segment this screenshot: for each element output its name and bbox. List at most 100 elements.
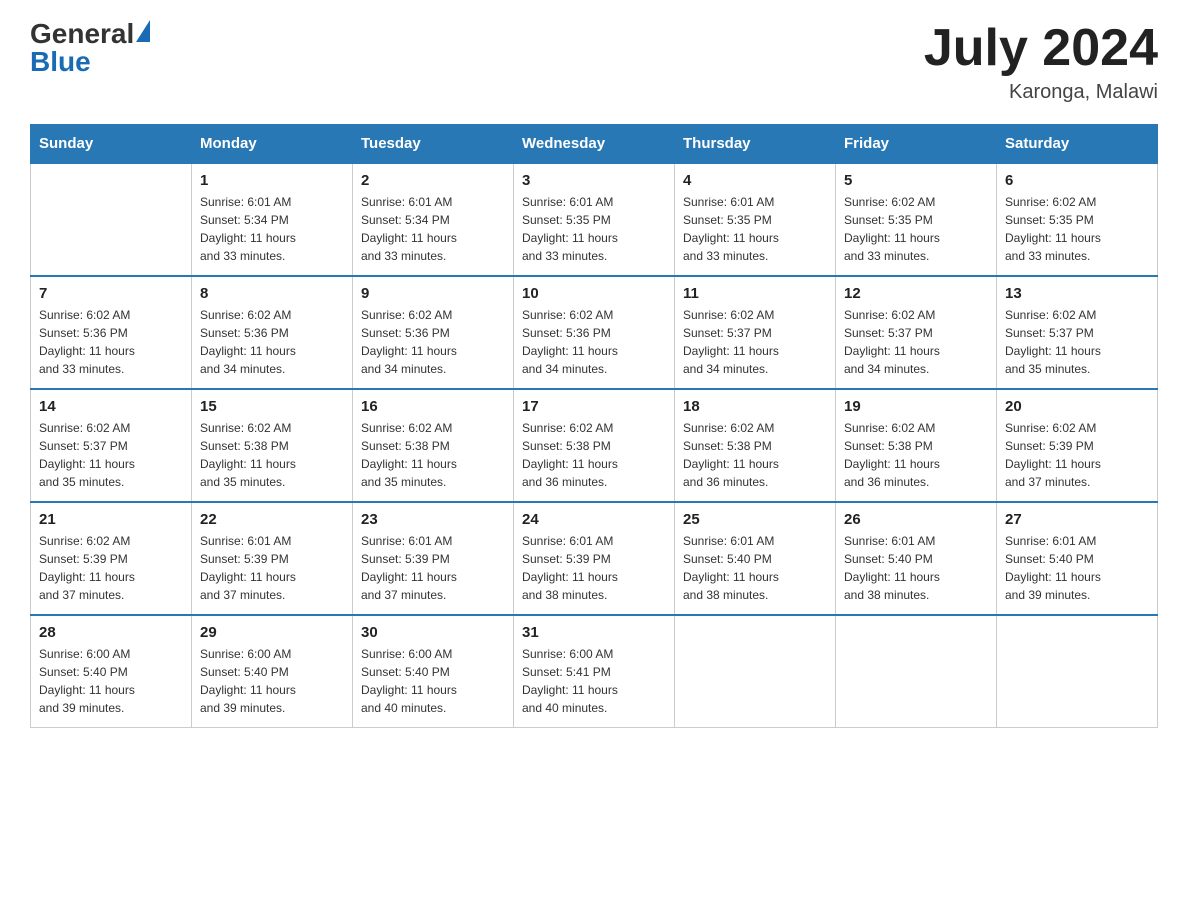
calendar-location: Karonga, Malawi — [924, 81, 1158, 104]
day-of-week-header: Monday — [192, 125, 353, 164]
calendar-week-row: 14 Sunrise: 6:02 AM Sunset: 5:37 PM Dayli… — [31, 389, 1158, 502]
page-header: General Blue July 2024 Karonga, Malawi — [30, 20, 1158, 104]
day-number: 18 — [683, 398, 827, 415]
day-number: 21 — [39, 511, 183, 528]
calendar-day-cell: 17Sunrise: 6:02 AM Sunset: 5:38 PM Dayli… — [514, 389, 675, 502]
day-number: 31 — [522, 624, 666, 641]
day-info: Sunrise: 6:02 AM Sunset: 5:35 PM Dayligh… — [844, 193, 988, 265]
day-number: 24 — [522, 511, 666, 528]
calendar-day-cell: 22 Sunrise: 6:01 AM Sunset: 5:39 PM Dayli… — [192, 502, 353, 615]
calendar-day-cell: 23 Sunrise: 6:01 AM Sunset: 5:39 PM Dayli… — [353, 502, 514, 615]
calendar-day-cell: 30 Sunrise: 6:00 AM Sunset: 5:40 PM Dayli… — [353, 615, 514, 728]
calendar-day-cell: 25Sunrise: 6:01 AM Sunset: 5:40 PM Dayli… — [675, 502, 836, 615]
calendar-day-cell: 10Sunrise: 6:02 AM Sunset: 5:36 PM Dayli… — [514, 276, 675, 389]
day-number: 27 — [1005, 511, 1149, 528]
calendar-day-cell: 14 Sunrise: 6:02 AM Sunset: 5:37 PM Dayli… — [31, 389, 192, 502]
calendar-day-cell: 9Sunrise: 6:02 AM Sunset: 5:36 PM Daylig… — [353, 276, 514, 389]
day-of-week-header: Wednesday — [514, 125, 675, 164]
title-block: July 2024 Karonga, Malawi — [924, 20, 1158, 104]
day-number: 22 — [200, 511, 344, 528]
day-number: 5 — [844, 172, 988, 189]
day-number: 20 — [1005, 398, 1149, 415]
day-number: 23 — [361, 511, 505, 528]
day-info: Sunrise: 6:02 AM Sunset: 5:37 PM Dayligh… — [683, 306, 827, 378]
calendar-day-cell: 5 Sunrise: 6:02 AM Sunset: 5:35 PM Daylig… — [836, 163, 997, 276]
day-number: 19 — [844, 398, 988, 415]
day-number: 29 — [200, 624, 344, 641]
calendar-week-row: 21 Sunrise: 6:02 AM Sunset: 5:39 PM Dayli… — [31, 502, 1158, 615]
day-info: Sunrise: 6:01 AM Sunset: 5:40 PM Dayligh… — [1005, 532, 1149, 604]
day-info: Sunrise: 6:02 AM Sunset: 5:36 PM Dayligh… — [200, 306, 344, 378]
calendar-day-cell: 6Sunrise: 6:02 AM Sunset: 5:35 PM Daylig… — [997, 163, 1158, 276]
calendar-day-cell — [997, 615, 1158, 728]
day-number: 3 — [522, 172, 666, 189]
day-number: 26 — [844, 511, 988, 528]
day-of-week-header: Saturday — [997, 125, 1158, 164]
day-number: 14 — [39, 398, 183, 415]
day-number: 7 — [39, 285, 183, 302]
day-info: Sunrise: 6:02 AM Sunset: 5:39 PM Dayligh… — [39, 532, 183, 604]
calendar-day-cell — [31, 163, 192, 276]
day-info: Sunrise: 6:02 AM Sunset: 5:38 PM Dayligh… — [844, 419, 988, 491]
logo-triangle-icon — [136, 20, 150, 42]
day-number: 30 — [361, 624, 505, 641]
day-number: 4 — [683, 172, 827, 189]
day-number: 13 — [1005, 285, 1149, 302]
day-info: Sunrise: 6:01 AM Sunset: 5:39 PM Dayligh… — [200, 532, 344, 604]
day-number: 8 — [200, 285, 344, 302]
day-info: Sunrise: 6:02 AM Sunset: 5:38 PM Dayligh… — [361, 419, 505, 491]
day-of-week-header: Tuesday — [353, 125, 514, 164]
day-info: Sunrise: 6:02 AM Sunset: 5:38 PM Dayligh… — [200, 419, 344, 491]
calendar-day-cell: 15 Sunrise: 6:02 AM Sunset: 5:38 PM Dayli… — [192, 389, 353, 502]
calendar-day-cell: 28Sunrise: 6:00 AM Sunset: 5:40 PM Dayli… — [31, 615, 192, 728]
day-number: 17 — [522, 398, 666, 415]
calendar-day-cell: 20 Sunrise: 6:02 AM Sunset: 5:39 PM Dayli… — [997, 389, 1158, 502]
calendar-week-row: 28 Sunrise: 6:00 AM Sunset: 5:40 PM Dayli… — [31, 615, 1158, 728]
day-info: Sunrise: 6:00 AM Sunset: 5:41 PM Dayligh… — [522, 645, 666, 717]
day-info: Sunrise: 6:02 AM Sunset: 5:36 PM Dayligh… — [39, 306, 183, 378]
calendar-day-cell: 29 Sunrise: 6:00 AM Sunset: 5:40 PM Dayli… — [192, 615, 353, 728]
day-number: 12 — [844, 285, 988, 302]
day-info: Sunrise: 6:02 AM Sunset: 5:37 PM Dayligh… — [844, 306, 988, 378]
day-info: Sunrise: 6:01 AM Sunset: 5:39 PM Dayligh… — [522, 532, 666, 604]
calendar-day-cell: 18 Sunrise: 6:02 AM Sunset: 5:38 PM Dayli… — [675, 389, 836, 502]
day-number: 15 — [200, 398, 344, 415]
calendar-day-cell — [675, 615, 836, 728]
day-info: Sunrise: 6:02 AM Sunset: 5:38 PM Dayligh… — [683, 419, 827, 491]
day-info: Sunrise: 6:01 AM Sunset: 5:39 PM Dayligh… — [361, 532, 505, 604]
calendar-header-row: SundayMondayTuesdayWednesdayThursdayFrid… — [31, 125, 1158, 164]
calendar-day-cell: 8 Sunrise: 6:02 AM Sunset: 5:36 PM Daylig… — [192, 276, 353, 389]
calendar-day-cell: 19 Sunrise: 6:02 AM Sunset: 5:38 PM Dayli… — [836, 389, 997, 502]
calendar-day-cell: 27 Sunrise: 6:01 AM Sunset: 5:40 PM Dayli… — [997, 502, 1158, 615]
calendar-day-cell: 21 Sunrise: 6:02 AM Sunset: 5:39 PM Dayli… — [31, 502, 192, 615]
day-number: 2 — [361, 172, 505, 189]
calendar-day-cell: 7 Sunrise: 6:02 AM Sunset: 5:36 PM Daylig… — [31, 276, 192, 389]
calendar-week-row: 7 Sunrise: 6:02 AM Sunset: 5:36 PM Daylig… — [31, 276, 1158, 389]
day-info: Sunrise: 6:01 AM Sunset: 5:34 PM Dayligh… — [361, 193, 505, 265]
day-info: Sunrise: 6:01 AM Sunset: 5:34 PM Dayligh… — [200, 193, 344, 265]
day-info: Sunrise: 6:01 AM Sunset: 5:35 PM Dayligh… — [522, 193, 666, 265]
calendar-day-cell: 1Sunrise: 6:01 AM Sunset: 5:34 PM Daylig… — [192, 163, 353, 276]
calendar-day-cell: 3 Sunrise: 6:01 AM Sunset: 5:35 PM Daylig… — [514, 163, 675, 276]
calendar-week-row: 1Sunrise: 6:01 AM Sunset: 5:34 PM Daylig… — [31, 163, 1158, 276]
day-number: 25 — [683, 511, 827, 528]
day-of-week-header: Thursday — [675, 125, 836, 164]
day-number: 28 — [39, 624, 183, 641]
day-info: Sunrise: 6:02 AM Sunset: 5:39 PM Dayligh… — [1005, 419, 1149, 491]
day-info: Sunrise: 6:02 AM Sunset: 5:36 PM Dayligh… — [361, 306, 505, 378]
calendar-day-cell: 2 Sunrise: 6:01 AM Sunset: 5:34 PM Daylig… — [353, 163, 514, 276]
day-info: Sunrise: 6:02 AM Sunset: 5:37 PM Dayligh… — [1005, 306, 1149, 378]
day-number: 16 — [361, 398, 505, 415]
day-info: Sunrise: 6:02 AM Sunset: 5:37 PM Dayligh… — [39, 419, 183, 491]
calendar-table: SundayMondayTuesdayWednesdayThursdayFrid… — [30, 124, 1158, 728]
logo-general-text: General — [30, 20, 134, 48]
day-of-week-header: Sunday — [31, 125, 192, 164]
day-info: Sunrise: 6:00 AM Sunset: 5:40 PM Dayligh… — [200, 645, 344, 717]
calendar-title: July 2024 — [924, 20, 1158, 77]
day-info: Sunrise: 6:01 AM Sunset: 5:35 PM Dayligh… — [683, 193, 827, 265]
day-info: Sunrise: 6:00 AM Sunset: 5:40 PM Dayligh… — [361, 645, 505, 717]
calendar-day-cell: 24 Sunrise: 6:01 AM Sunset: 5:39 PM Dayli… — [514, 502, 675, 615]
day-info: Sunrise: 6:01 AM Sunset: 5:40 PM Dayligh… — [844, 532, 988, 604]
day-info: Sunrise: 6:02 AM Sunset: 5:36 PM Dayligh… — [522, 306, 666, 378]
calendar-day-cell: 26 Sunrise: 6:01 AM Sunset: 5:40 PM Dayli… — [836, 502, 997, 615]
